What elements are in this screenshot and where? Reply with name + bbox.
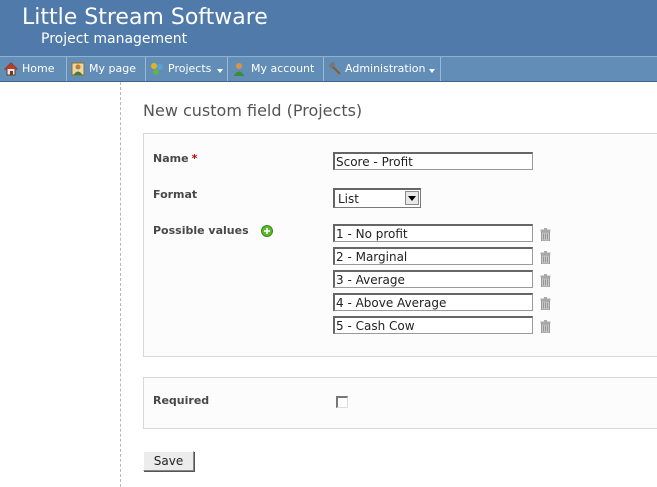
menu-item-my-account[interactable]: My account xyxy=(228,57,324,81)
trash-icon[interactable] xyxy=(540,297,551,310)
name-field-label: Name * xyxy=(153,152,197,166)
chevron-down-icon xyxy=(217,69,223,73)
required-checkbox[interactable] xyxy=(336,396,348,408)
trash-icon[interactable] xyxy=(540,251,551,264)
name-label-text: Name xyxy=(153,152,189,165)
menu-item-projects[interactable]: Projects xyxy=(146,57,228,81)
menu-item-home[interactable]: Home xyxy=(0,57,67,81)
page-title: New custom field (Projects) xyxy=(143,101,363,120)
possible-value-input[interactable] xyxy=(333,293,533,311)
format-select[interactable]: List xyxy=(333,188,421,208)
required-field-label: Required xyxy=(153,394,210,407)
projects-icon xyxy=(151,63,163,75)
possible-value-input[interactable] xyxy=(333,270,533,288)
required-option-box xyxy=(143,377,657,429)
menu-label-my-account: My account xyxy=(251,62,315,75)
menu-label-projects: Projects xyxy=(168,62,212,75)
user-page-icon xyxy=(71,62,85,76)
menu-label-home: Home xyxy=(22,62,55,75)
menu-item-my-page[interactable]: My page xyxy=(67,57,146,81)
menu-item-administration[interactable]: Administration xyxy=(324,57,441,81)
app-subtitle: Project management xyxy=(41,31,188,47)
app-title: Little Stream Software xyxy=(22,5,268,30)
required-marker: * xyxy=(191,152,198,165)
app-header: Little Stream Software Project managemen… xyxy=(0,0,657,56)
possible-value-input[interactable] xyxy=(333,224,533,242)
menu-label-administration: Administration xyxy=(345,62,426,75)
sidebar xyxy=(0,82,121,487)
trash-icon[interactable] xyxy=(540,228,551,241)
hammer-icon xyxy=(328,62,341,75)
save-button[interactable]: Save xyxy=(143,451,194,471)
chevron-down-icon xyxy=(429,69,435,73)
home-icon xyxy=(4,62,18,76)
main-menu: Home My page Projects My account Adminis… xyxy=(0,56,657,82)
format-select-value: List xyxy=(338,192,359,206)
format-field-label: Format xyxy=(153,188,198,201)
chevron-down-icon xyxy=(408,196,416,201)
possible-values-label: Possible values xyxy=(153,224,273,238)
possible-values-label-text: Possible values xyxy=(153,224,249,237)
account-icon xyxy=(233,63,245,76)
add-value-icon[interactable] xyxy=(261,225,273,237)
possible-value-input[interactable] xyxy=(333,247,533,265)
trash-icon[interactable] xyxy=(540,274,551,287)
possible-value-input[interactable] xyxy=(333,316,533,334)
name-input[interactable] xyxy=(333,152,533,170)
trash-icon[interactable] xyxy=(540,320,551,333)
menu-label-my-page: My page xyxy=(89,62,136,75)
format-select-button[interactable] xyxy=(405,191,419,205)
